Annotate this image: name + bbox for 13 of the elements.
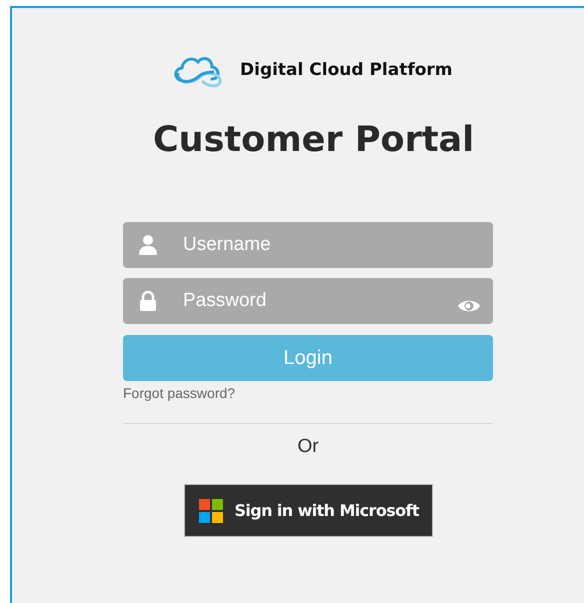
brand-name: Digital Cloud Platform <box>240 60 453 80</box>
page-title: Customer Portal <box>152 119 476 162</box>
separator-text: Or <box>296 436 320 458</box>
windows-logo-icon <box>198 498 222 522</box>
text-input[interactable]: Username <box>157 234 481 256</box>
input-field[interactable]: Username <box>123 222 493 268</box>
microsoft-sign-in-button[interactable]: Sign in with Microsoft <box>184 484 432 537</box>
forgot-password-link[interactable]: Forgot password? <box>123 385 236 401</box>
input-field[interactable]: Password <box>123 278 493 324</box>
user-icon <box>139 235 157 255</box>
lock-icon <box>139 291 157 311</box>
eye-icon[interactable] <box>457 298 481 314</box>
text-input[interactable]: Password <box>157 290 457 312</box>
